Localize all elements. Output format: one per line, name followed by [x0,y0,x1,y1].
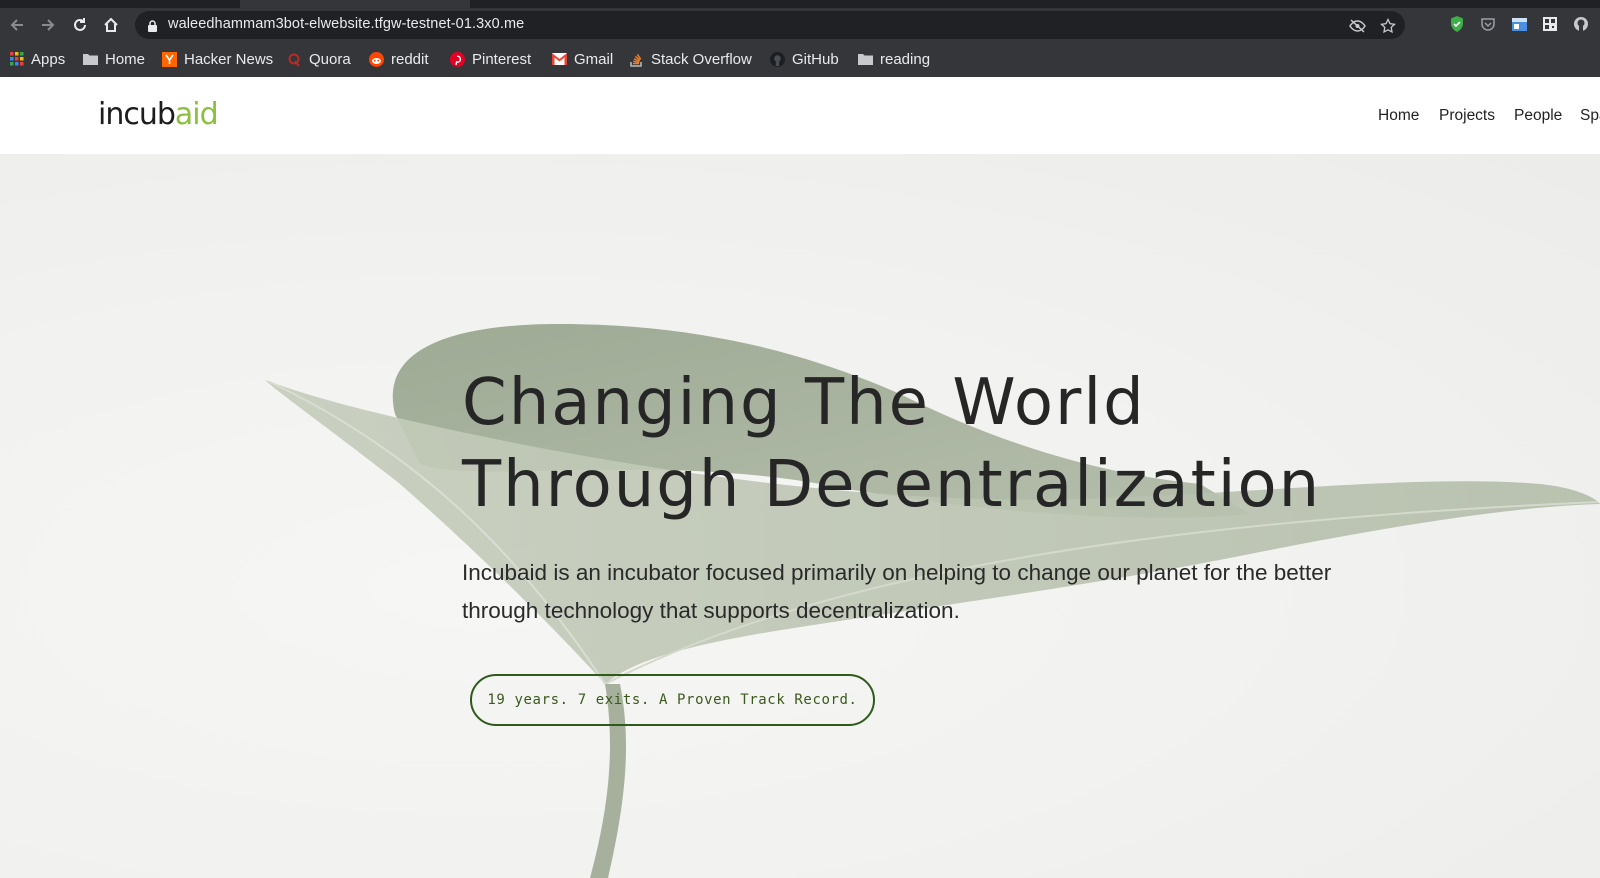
bookmark-label: Pinterest [472,50,532,68]
lock-icon[interactable] [147,18,158,37]
hacker-news-icon [162,51,177,67]
bookmark-github[interactable]: GitHub [770,48,839,70]
bookmark-pinterest[interactable]: Pinterest [450,48,531,70]
reddit-icon [369,51,384,67]
bookmark-quora[interactable]: Quora [287,48,351,70]
logo-text-dark: incub [98,97,176,132]
url-text[interactable]: waleedhammam3bot-elwebsite.tfgw-testnet-… [168,16,524,32]
bookmark-label: reddit [391,50,429,68]
bookmark-gmail[interactable]: Gmail [552,48,613,70]
eye-off-icon[interactable] [1348,17,1366,35]
home-icon[interactable] [100,14,122,36]
bookmark-apps[interactable]: Apps [9,48,65,70]
apps-grid-icon [9,52,24,67]
bookmark-home[interactable]: Home [83,48,145,70]
logo-text-green: aid [174,97,219,132]
bookmarks-bar: Apps Home Hacker News Quora reddit Pinte… [0,44,1600,74]
folder-icon [83,52,98,67]
forward-icon[interactable] [37,14,59,36]
headline-line-2: Through Decentralization [462,448,1322,522]
bookmark-label: GitHub [792,50,839,68]
address-bar[interactable]: waleedhammam3bot-elwebsite.tfgw-testnet-… [135,11,1405,39]
qr-extension-icon[interactable] [1541,15,1559,33]
stack-overflow-icon [629,52,644,67]
window-extension-icon[interactable] [1510,15,1528,33]
hero-description: Incubaid is an incubator focused primari… [462,560,1332,623]
incubaid-logo[interactable]: incub aid [98,97,219,133]
nav-spaces[interactable]: Spa [1580,107,1600,125]
bookmark-label: reading [880,50,931,68]
active-tab[interactable] [240,0,470,8]
reload-icon[interactable] [69,14,91,36]
hero-section: Changing The World Through Decentralizat… [0,154,1600,878]
back-icon[interactable] [6,14,28,36]
bookmark-stack-overflow[interactable]: Stack Overflow [629,48,752,70]
gmail-icon [552,52,567,67]
nav-home[interactable]: Home [1378,107,1419,125]
nav-people[interactable]: People [1514,107,1562,125]
pocket-extension-icon[interactable] [1479,15,1497,33]
star-icon[interactable] [1379,17,1397,35]
browser-toolbar: waleedhammam3bot-elwebsite.tfgw-testnet-… [0,8,1600,42]
bookmark-label: Quora [309,50,351,68]
quora-icon [287,52,302,67]
tab-strip [0,0,1600,8]
github-icon [770,51,785,67]
bookmark-hacker-news[interactable]: Hacker News [162,48,273,70]
browser-chrome: waleedhammam3bot-elwebsite.tfgw-testnet-… [0,0,1600,77]
bookmark-reading[interactable]: reading [858,48,930,70]
headline-line-1: Changing The World [462,366,1146,440]
hero-headline: Changing The World Through Decentralizat… [462,362,1321,526]
bookmark-label: Gmail [574,50,614,68]
bookmark-label: Stack Overflow [651,50,752,68]
site-header: incubaid Home Projects People Spa [0,77,1600,154]
shield-extension-icon[interactable] [1448,15,1466,33]
pinterest-icon [450,51,465,67]
github-extension-icon[interactable] [1572,15,1590,33]
bookmark-reddit[interactable]: reddit [369,48,429,70]
bookmark-label: Apps [31,50,66,68]
nav-projects[interactable]: Projects [1439,107,1495,125]
folder-icon [858,52,873,67]
bookmark-label: Hacker News [184,50,274,68]
track-record-button[interactable]: 19 years. 7 exits. A Proven Track Record… [470,674,875,726]
bookmark-label: Home [105,50,146,68]
